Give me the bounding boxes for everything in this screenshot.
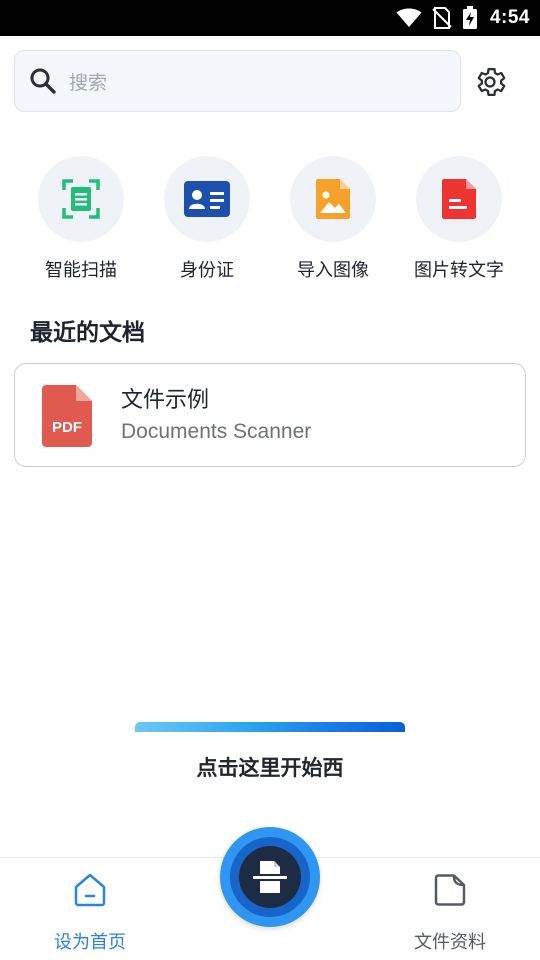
action-smart-scan[interactable]: 智能扫描	[21, 156, 141, 282]
action-image-to-text[interactable]: 图片转文字	[399, 156, 519, 282]
clock: 4:54	[489, 7, 530, 28]
nav-files-label: 文件资料	[414, 932, 486, 953]
status-bar: 4:54	[0, 0, 540, 36]
recent-doc-item[interactable]: PDF 文件示例 Documents Scanner	[14, 363, 526, 467]
no-sim-icon	[432, 7, 452, 29]
action-icon-circle	[290, 156, 376, 242]
doc-subtitle: Documents Scanner	[121, 420, 312, 443]
action-label: 智能扫描	[45, 260, 117, 281]
action-label: 导入图像	[297, 260, 369, 281]
search-input[interactable]: 搜索	[14, 50, 461, 112]
nav-home-label: 设为首页	[54, 932, 126, 953]
scan-button[interactable]	[220, 827, 320, 927]
quick-actions: 智能扫描 身份证 导入图像 图片转文字	[0, 156, 540, 282]
nav-home[interactable]: 设为首页	[20, 858, 160, 960]
status-icons: 4:54	[396, 0, 530, 36]
pdf-badge: PDF	[52, 419, 82, 436]
recent-docs-title: 最近的文档	[30, 320, 145, 346]
smart-scan-icon	[62, 179, 100, 219]
scan-button-core	[239, 846, 301, 908]
action-icon-circle	[164, 156, 250, 242]
pdf-file-icon: PDF	[42, 385, 92, 447]
image-file-icon	[316, 179, 350, 219]
search-icon	[30, 68, 56, 94]
id-card-icon	[184, 181, 230, 217]
text-file-icon	[442, 179, 476, 219]
scan-document-icon	[253, 861, 287, 893]
action-icon-circle	[38, 156, 124, 242]
doc-name: 文件示例	[121, 388, 210, 413]
action-label: 图片转文字	[414, 260, 504, 281]
action-label: 身份证	[180, 260, 234, 281]
folder-icon	[434, 874, 466, 906]
battery-charging-icon	[462, 6, 477, 29]
wifi-icon	[396, 8, 422, 27]
home-icon	[74, 873, 106, 907]
hint-bar	[135, 722, 405, 732]
action-id-card[interactable]: 身份证	[147, 156, 267, 282]
action-import-image[interactable]: 导入图像	[273, 156, 393, 282]
gear-icon	[477, 67, 506, 97]
action-icon-circle	[416, 156, 502, 242]
nav-files[interactable]: 文件资料	[380, 858, 520, 960]
hint-text[interactable]: 点击这里开始西	[0, 752, 540, 782]
settings-button[interactable]	[470, 62, 510, 102]
scan-button-ring	[230, 837, 310, 917]
search-placeholder: 搜索	[69, 71, 108, 94]
